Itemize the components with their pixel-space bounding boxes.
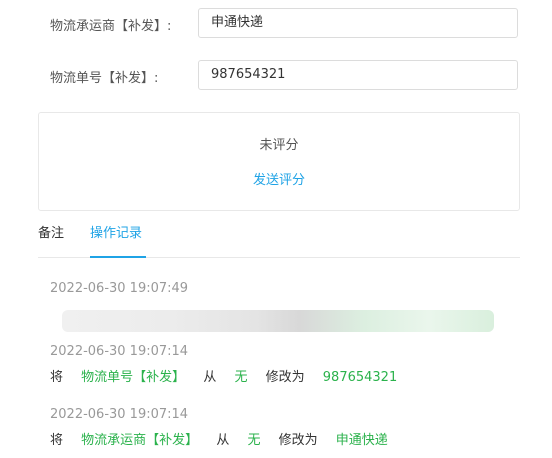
log-old-value: 无	[234, 370, 248, 385]
log-from-word: 从	[216, 433, 230, 448]
tab-bar: 备注 操作记录	[38, 212, 520, 258]
log-detail: 将 物流承运商【补发】 从 无 修改为 申通快递	[50, 429, 388, 448]
carrier-label: 物流承运商【补发】:	[50, 19, 172, 34]
log-change-word: 修改为	[278, 433, 318, 448]
log-entry: 2022-06-30 19:07:14 将 物流承运商【补发】 从 无 修改为 …	[50, 407, 388, 448]
log-new-value: 申通快递	[335, 433, 388, 448]
rating-status: 未评分	[259, 138, 299, 153]
tracking-label: 物流单号【补发】:	[50, 71, 159, 86]
tab-notes[interactable]: 备注	[38, 222, 64, 256]
log-detail: 将 物流单号【补发】 从 无 修改为 987654321	[50, 366, 397, 385]
tab-operation-log[interactable]: 操作记录	[90, 222, 146, 258]
tracking-number-input[interactable]: 987654321	[198, 60, 518, 90]
log-prefix: 将	[50, 370, 64, 385]
log-time: 2022-06-30 19:07:14	[50, 407, 189, 422]
log-change-word: 修改为	[265, 370, 305, 385]
log-field: 物流单号【补发】	[81, 370, 186, 385]
send-rating-link[interactable]: 发送评分	[39, 169, 519, 188]
log-prefix: 将	[50, 433, 64, 448]
carrier-row: 物流承运商【补发】: 申通快递	[0, 8, 552, 40]
tracking-row: 物流单号【补发】: 987654321	[0, 60, 552, 92]
rating-panel: 未评分 发送评分	[38, 112, 520, 211]
redacted-content	[62, 310, 494, 332]
log-entry: 2022-06-30 19:07:49	[50, 281, 188, 296]
log-time: 2022-06-30 19:07:14	[50, 344, 189, 359]
log-old-value: 无	[247, 433, 261, 448]
log-time: 2022-06-30 19:07:49	[50, 281, 189, 296]
log-field: 物流承运商【补发】	[81, 433, 199, 448]
log-entry: 2022-06-30 19:07:14 将 物流单号【补发】 从 无 修改为 9…	[50, 344, 397, 385]
log-new-value: 987654321	[322, 370, 398, 385]
log-from-word: 从	[203, 370, 217, 385]
carrier-input[interactable]: 申通快递	[198, 8, 518, 38]
